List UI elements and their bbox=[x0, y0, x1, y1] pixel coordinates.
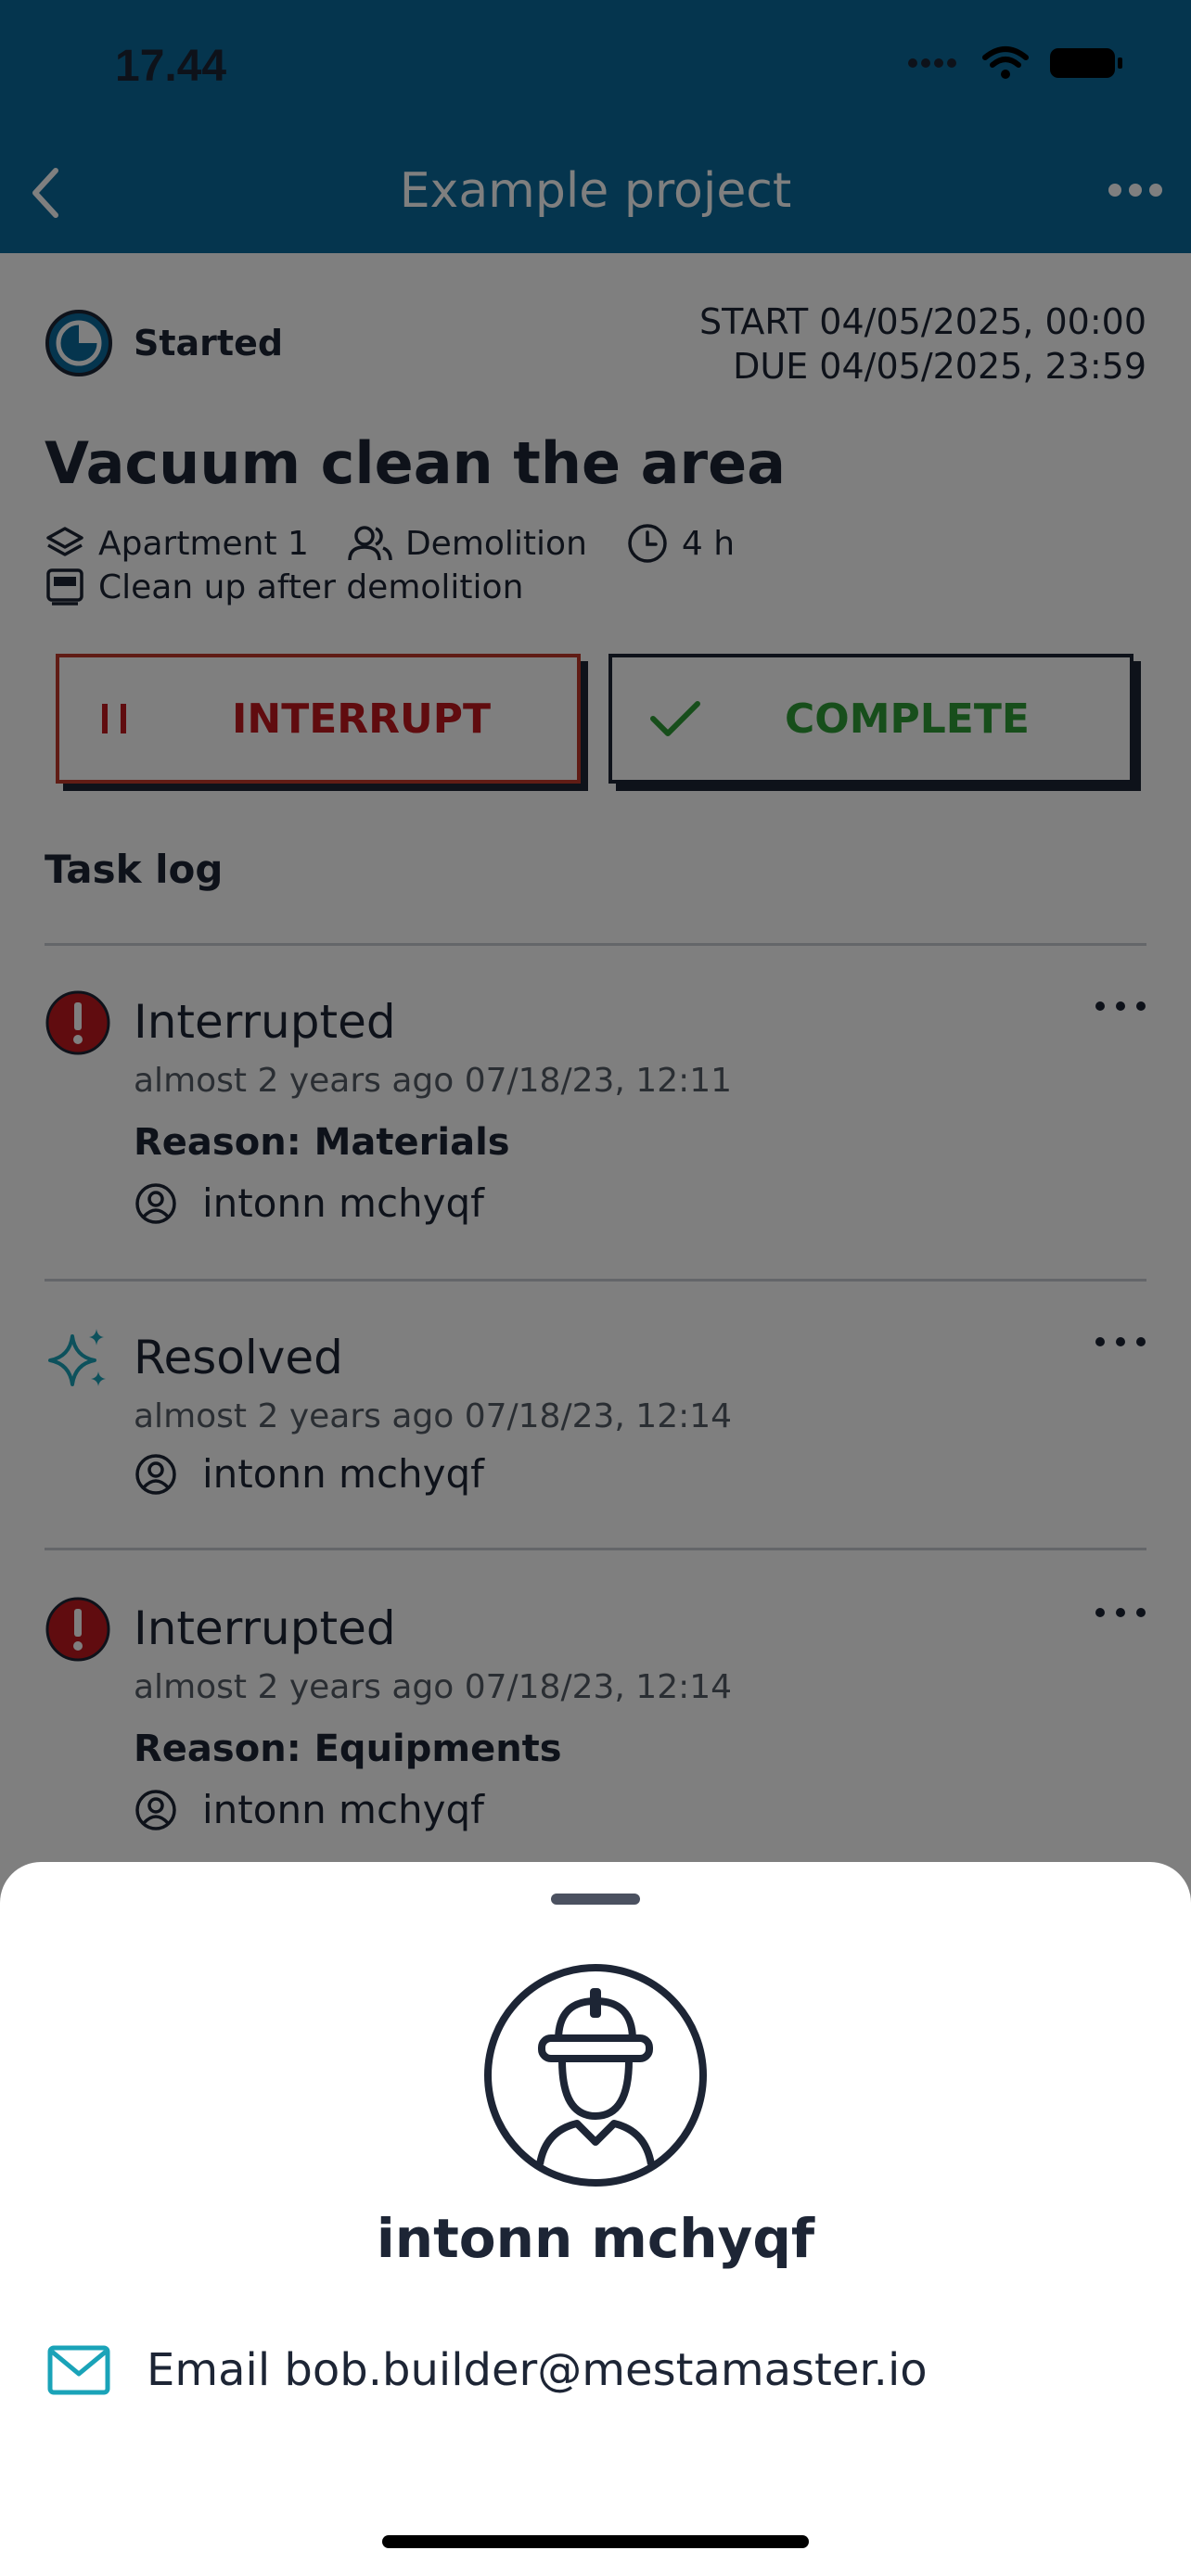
sheet-grabber[interactable] bbox=[551, 1894, 640, 1905]
worker-avatar-icon bbox=[484, 1964, 707, 2187]
app-screen: 17.44 Example project Started START 04/0… bbox=[0, 0, 1191, 2576]
user-name: intonn mchyqf bbox=[376, 2207, 815, 2270]
home-indicator bbox=[382, 2535, 809, 2548]
email-label: Email bob.builder@mestamaster.io bbox=[147, 2344, 928, 2396]
user-bottom-sheet: intonn mchyqf Email bob.builder@mestamas… bbox=[0, 1862, 1191, 2576]
email-row[interactable]: Email bob.builder@mestamaster.io bbox=[46, 2344, 928, 2396]
mail-icon bbox=[47, 2345, 110, 2395]
